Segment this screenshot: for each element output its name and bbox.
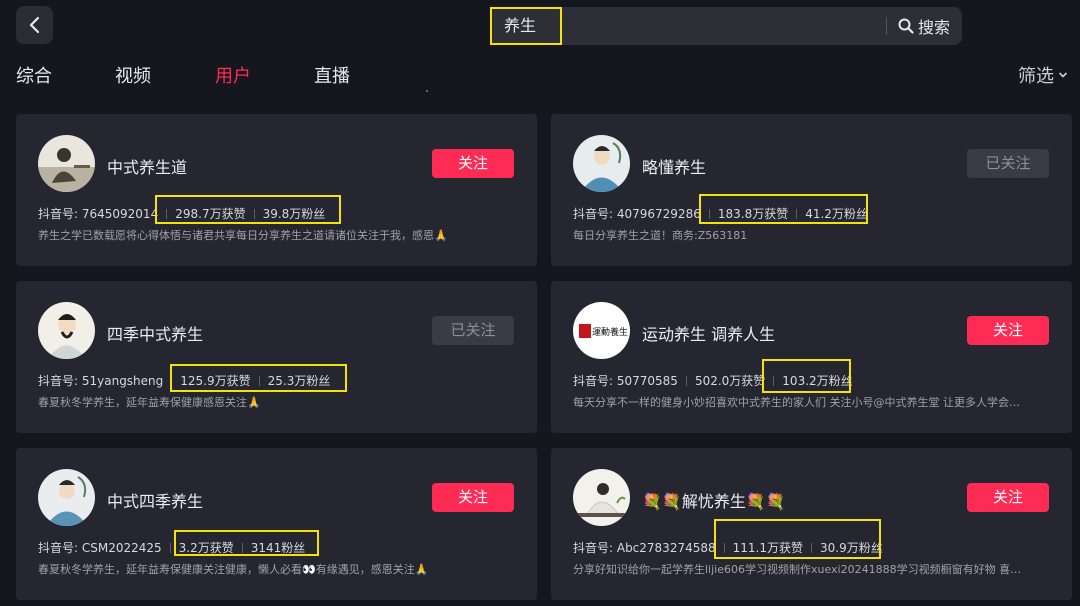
followed-button[interactable]: 已关注 [432,316,514,345]
fans-count: 25.3万粉丝 [267,374,331,388]
likes-count: 125.9万获赞 [180,374,251,388]
user-stats: 抖音号: 50770585 502.0万获赞 103.2万粉丝 [573,372,853,389]
user-card[interactable]: 四季中式养生 已关注 抖音号: 51yangsheng 125.9万获赞 25.… [16,281,537,433]
avatar[interactable] [573,135,630,192]
chevron-left-icon [29,16,39,34]
search-button-label: 搜索 [918,18,951,37]
indicator-dot [426,90,428,92]
follow-button[interactable]: 关注 [432,483,514,512]
tab-comprehensive[interactable]: 综合 [16,62,52,88]
follow-button[interactable]: 关注 [967,316,1049,345]
user-description: 春夏秋冬学养生，延年益寿保健康感恩关注🙏 [38,396,261,409]
user-stats: 抖音号: Abc2783274588 111.1万获赞 30.9万粉丝 [573,539,883,556]
follow-button[interactable]: 关注 [432,149,514,178]
fans-count: 41.2万粉丝 [805,207,868,221]
avatar[interactable] [38,135,95,192]
douyin-id: 抖音号: 51yangsheng [38,374,164,388]
user-description: 春夏秋冬学养生，延年益寿保健康关注健康，懒人必看👀有缘遇见，感恩关注🙏 [38,563,429,576]
user-description: 养生之学已数载愿将心得体悟与诸君共享每日分享养生之道请诸位关注于我，感恩🙏 [38,229,448,242]
avatar[interactable] [38,469,95,526]
likes-count: 3.2万获赞 [178,541,234,555]
douyin-id: 抖音号: CSM2022425 [38,541,162,555]
tab-live[interactable]: 直播 [314,62,350,88]
user-name[interactable]: 中式四季养生 [107,488,203,512]
fans-count: 103.2万粉丝 [782,374,853,388]
avatar[interactable] [573,469,630,526]
avatar-logo-text: 運動養生 [592,326,628,338]
back-button[interactable] [16,6,53,44]
user-name[interactable]: 运动养生 调养人生 [642,321,775,345]
user-description: 每天分享不一样的健身小妙招喜欢中式养生的家人们 关注小号@中式养生堂 让更多人学… [573,396,1020,409]
search-button[interactable]: 搜索 [898,7,950,45]
user-description: 每日分享养生之道！商务:Z563181 [573,229,748,242]
followed-button[interactable]: 已关注 [967,149,1049,178]
avatar[interactable] [38,302,95,359]
user-card[interactable]: 運動養生 运动养生 调养人生 关注 抖音号: 50770585 502.0万获赞… [551,281,1072,433]
tab-videos[interactable]: 视频 [115,62,151,88]
douyin-id: 抖音号: Abc2783274588 [573,541,716,555]
user-stats: 抖音号: CSM2022425 3.2万获赞 3141粉丝 [38,539,305,556]
user-card[interactable]: 略懂养生 已关注 抖音号: 40796729286 183.8万获赞 41.2万… [551,114,1072,266]
follow-button[interactable]: 关注 [967,483,1049,512]
likes-count: 502.0万获赞 [694,374,766,388]
user-name[interactable]: 💐💐解忧养生💐💐 [642,488,786,512]
search-icon [898,18,914,34]
fans-count: 3141粉丝 [250,541,306,555]
user-stats: 抖音号: 40796729286 183.8万获赞 41.2万粉丝 [573,205,868,222]
search-input[interactable]: 养生 [490,7,562,45]
fans-count: 39.8万粉丝 [262,207,326,221]
avatar[interactable]: 運動養生 [573,302,630,359]
chevron-down-icon [1058,72,1068,78]
user-card[interactable]: 💐💐解忧养生💐💐 关注 抖音号: Abc2783274588 111.1万获赞 … [551,448,1072,600]
filter-label: 筛选 [1018,66,1054,87]
tab-users[interactable]: 用户 [215,62,251,88]
search-divider [886,17,887,35]
likes-count: 183.8万获赞 [717,207,789,221]
douyin-id: 抖音号: 50770585 [573,374,678,388]
douyin-id: 抖音号: 7645092014 [38,207,159,221]
search-box[interactable]: 养生 搜索 [490,7,962,45]
user-card[interactable]: 中式四季养生 关注 抖音号: CSM2022425 3.2万获赞 3141粉丝 … [16,448,537,600]
user-name[interactable]: 中式养生道 [107,154,187,178]
fans-count: 30.9万粉丝 [820,541,883,555]
user-stats: 抖音号: 51yangsheng 125.9万获赞 25.3万粉丝 [38,372,330,389]
likes-count: 298.7万获赞 [175,207,246,221]
filter-button[interactable]: 筛选 [1018,62,1068,88]
user-description: 分享好知识给你一起学养生lijie606学习视频制作xuexi20241888学… [573,563,1022,576]
likes-count: 111.1万获赞 [732,541,803,555]
douyin-id: 抖音号: 40796729286 [573,207,701,221]
user-name[interactable]: 四季中式养生 [107,321,203,345]
user-card[interactable]: 中式养生道 关注 抖音号: 7645092014 298.7万获赞 39.8万粉… [16,114,537,266]
user-name[interactable]: 略懂养生 [642,154,706,178]
user-stats: 抖音号: 7645092014 298.7万获赞 39.8万粉丝 [38,205,325,222]
